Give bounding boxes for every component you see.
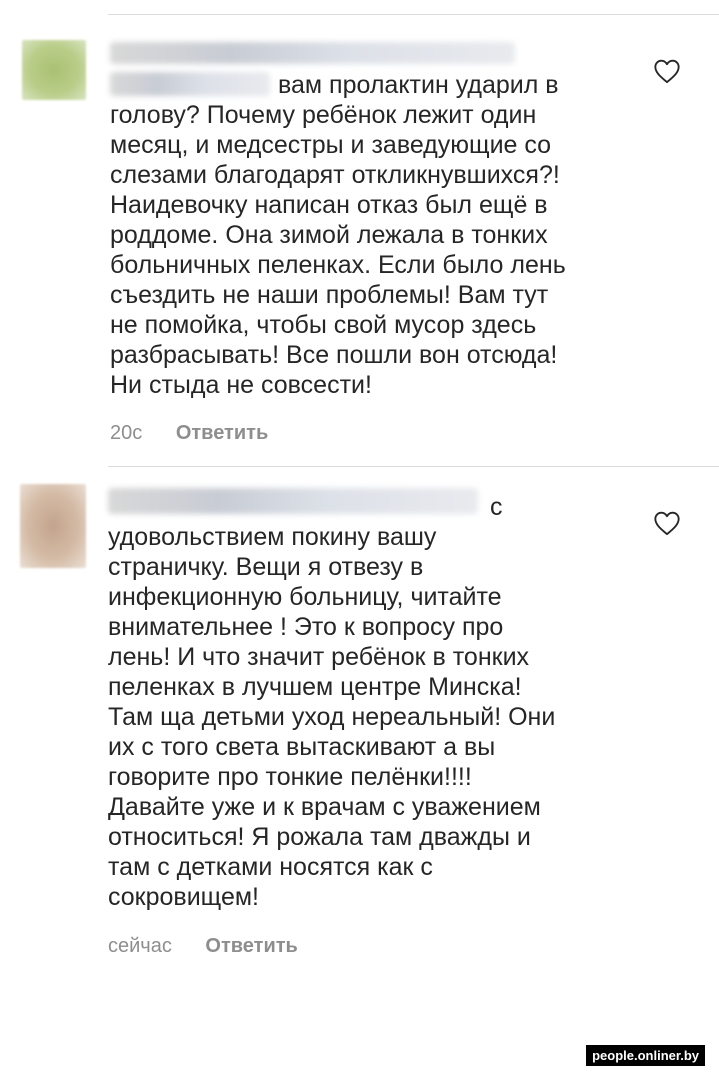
avatar[interactable] — [20, 484, 86, 568]
blurred-username — [108, 488, 478, 514]
comment-text: удовольствием покину вашу страничку. Вещ… — [108, 523, 556, 911]
heart-outline-icon[interactable] — [653, 58, 681, 84]
blurred-username — [110, 42, 515, 64]
watermark-label: people.onliner.by — [586, 1045, 705, 1066]
comment-meta: сейчас Ответить — [108, 935, 298, 958]
avatar[interactable] — [22, 40, 86, 100]
reply-button[interactable]: Ответить — [176, 422, 268, 444]
comment-time: 20с — [110, 422, 143, 444]
comment-text-first-word: с — [490, 493, 503, 521]
reply-button[interactable]: Ответить — [205, 935, 297, 957]
comment-meta: 20с Ответить — [110, 422, 268, 445]
comment-divider — [108, 466, 719, 467]
comment-time: сейчас — [108, 935, 172, 957]
top-divider — [108, 14, 719, 15]
heart-outline-icon[interactable] — [653, 510, 681, 536]
comment-text: вам пролактин ударил в голову? Почему ре… — [110, 71, 566, 399]
